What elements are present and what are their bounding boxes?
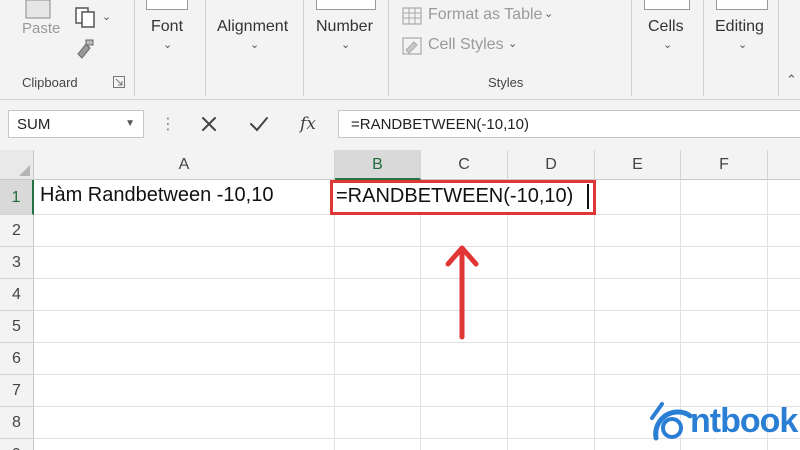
column-header-d[interactable]: D [508,150,595,180]
gridline [420,180,421,450]
cells-label: Cells [648,18,684,35]
row-header-8[interactable]: 8 [0,407,34,439]
alignment-label: Alignment [217,18,289,35]
row-header-2[interactable]: 2 [0,215,34,247]
name-box[interactable]: SUM ▼ [8,110,144,138]
formula-bar-grip-icon[interactable]: ⋮ [160,114,176,134]
number-label: Number [316,18,373,35]
ribbon-separator [631,0,632,96]
ribbon-separator [134,0,135,96]
clipboard-launcher-icon[interactable] [113,76,125,88]
paste-button[interactable]: Paste [18,0,62,40]
ntbook-watermark-text: ntbook [690,402,798,440]
styles-group-label: Styles [488,75,524,90]
gridline [34,374,800,375]
column-header-b[interactable]: B [335,150,421,180]
gridline [34,342,800,343]
editing-label: Editing [715,18,764,35]
row-header-1[interactable]: 1 [0,180,34,215]
gridline [34,310,800,311]
gridline [334,180,335,450]
copy-icon[interactable] [74,6,98,30]
row-header-7[interactable]: 7 [0,375,34,407]
column-header-a[interactable]: A [34,150,335,180]
gridline [507,180,508,450]
paste-icon [25,0,51,19]
cancel-icon [202,117,216,131]
cells-button[interactable]: Cells ⌄ [642,0,692,58]
formula-text: =RANDBETWEEN(-10,10) [351,116,529,133]
cell-styles-button[interactable]: Cell Styles ⌄ [400,34,530,58]
text-caret [587,184,589,209]
collapse-ribbon-icon[interactable]: ⌃ [786,72,797,88]
column-header-g[interactable] [768,150,800,180]
gridline [594,180,595,450]
fx-icon: fx [300,114,316,134]
font-chevron-icon: ⌄ [163,39,173,51]
name-box-dropdown-icon[interactable]: ▼ [125,118,135,129]
ribbon-separator [205,0,206,96]
enter-button[interactable] [241,110,277,138]
alignment-chevron-icon: ⌄ [250,39,260,51]
format-as-table-button[interactable]: Format as Table ⌄ [400,4,560,28]
number-button[interactable]: Number ⌄ [312,0,378,58]
enter-icon [250,117,268,132]
select-all-triangle-icon [19,165,30,176]
cells-chevron-icon: ⌄ [663,39,673,51]
cell-a1[interactable]: Hàm Randbetween -10,10 [40,184,273,207]
column-header-e[interactable]: E [595,150,681,180]
format-as-table-icon [402,7,422,25]
alignment-button[interactable]: Alignment ⌄ [214,0,294,58]
column-header-f[interactable]: F [681,150,768,180]
row-header-4[interactable]: 4 [0,279,34,311]
format-as-table-label: Format as Table [428,6,543,23]
paste-label: Paste [22,20,61,37]
cell-styles-icon [402,37,422,55]
row-header-3[interactable]: 3 [0,247,34,279]
format-as-table-chevron-icon: ⌄ [544,8,554,20]
row-header-6[interactable]: 6 [0,343,34,375]
format-painter-icon[interactable] [74,38,96,60]
gridline [34,278,800,279]
cell-styles-label: Cell Styles [428,36,504,53]
editing-button[interactable]: Editing ⌄ [712,0,772,58]
cell-b1-edit-text: =RANDBETWEEN(-10,10) [336,185,574,207]
cell-styles-chevron-icon: ⌄ [508,38,518,50]
ribbon-separator [703,0,704,96]
ribbon-separator [778,0,779,96]
ribbon-separator [388,0,389,96]
column-header-c[interactable]: C [421,150,508,180]
clipboard-group-label: Clipboard [22,75,78,90]
formula-input[interactable]: =RANDBETWEEN(-10,10) [338,110,800,138]
row-header-5[interactable]: 5 [0,311,34,343]
cancel-button[interactable] [191,110,227,138]
number-chevron-icon: ⌄ [341,39,351,51]
gridline [34,246,800,247]
row-header-9[interactable]: 9 [0,439,34,450]
copy-dropdown-icon[interactable]: ⌄ [102,10,111,23]
ribbon-separator [303,0,304,96]
name-box-value: SUM [17,116,51,133]
font-label: Font [151,18,184,35]
editing-chevron-icon: ⌄ [738,39,748,51]
font-button[interactable]: Font ⌄ [146,0,190,58]
red-up-arrow-icon [445,245,479,340]
select-all-button[interactable] [0,150,34,180]
insert-function-button[interactable]: fx [290,110,326,138]
